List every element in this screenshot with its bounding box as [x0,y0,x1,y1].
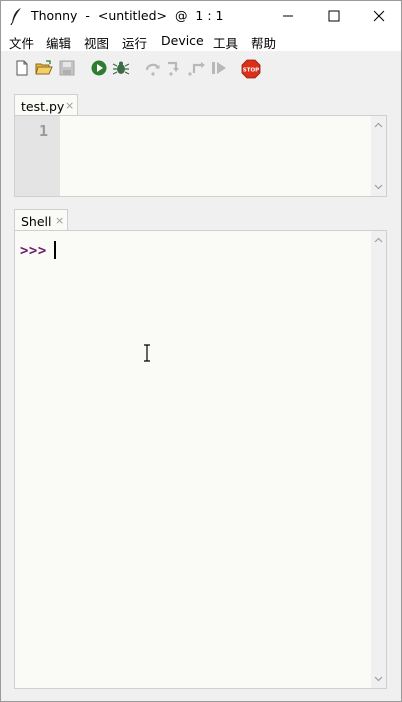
title-bar[interactable]: Thonny - <untitled> @ 1 : 1 [1,1,401,31]
menu-bar: 文件 编辑 视图 运行 Device 工具 帮助 [1,31,401,51]
step-into-icon [168,61,179,76]
resume-icon [212,62,226,74]
step-into-button[interactable] [166,59,184,77]
stop-icon: STOP [241,59,261,79]
shell-pane[interactable]: >>> [14,230,387,689]
new-file-button[interactable] [13,59,31,77]
step-out-icon [188,62,205,76]
line-number: 1 [38,122,48,140]
stop-button[interactable]: STOP [241,59,261,79]
line-number-gutter: 1 [15,116,60,196]
menu-tools[interactable]: 工具 [213,33,238,52]
shell-scrollbar[interactable] [371,231,386,688]
toolbar: STOP [1,52,401,84]
run-icon [91,60,107,76]
menu-run[interactable]: 运行 [122,33,147,52]
menu-file[interactable]: 文件 [9,33,34,52]
new-file-icon [16,60,28,76]
resume-button[interactable] [210,59,228,77]
tab-shell[interactable]: Shell × [14,209,68,231]
save-button[interactable] [58,59,76,77]
thonny-window: Thonny - <untitled> @ 1 : 1 文件 编辑 视图 运行 … [0,0,402,702]
stop-label: STOP [243,68,259,74]
menu-help[interactable]: 帮助 [251,33,276,52]
step-over-icon [145,63,160,76]
debug-bug-icon [112,61,130,75]
window-title: Thonny - <untitled> @ 1 : 1 [31,8,224,23]
editor-pane[interactable]: 1 [14,115,387,197]
step-over-button[interactable] [144,59,162,77]
maximize-icon [328,10,340,22]
thonny-feather-icon [9,7,25,26]
run-button[interactable] [90,59,108,77]
menu-view[interactable]: 视图 [84,33,109,52]
open-folder-icon [35,60,53,75]
tab-label: test.py [21,99,65,114]
tab-label: Shell [21,214,52,229]
open-file-button[interactable] [35,59,53,77]
tab-test-py[interactable]: test.py × [14,94,78,116]
menu-edit[interactable]: 编辑 [46,33,71,52]
scroll-down-icon[interactable] [374,676,383,682]
scroll-up-icon[interactable] [374,122,383,128]
debug-button[interactable] [112,59,130,77]
tab-close-icon[interactable]: × [65,99,74,112]
close-icon [373,10,385,22]
scroll-down-icon[interactable] [374,184,383,190]
text-caret [54,241,56,259]
scroll-up-icon[interactable] [374,237,383,243]
ibeam-cursor-icon [144,344,150,362]
shell-prompt: >>> [20,243,47,259]
menu-device[interactable]: Device [161,33,204,48]
minimize-button[interactable] [265,1,311,31]
tab-close-icon[interactable]: × [55,214,64,227]
minimize-icon [283,15,293,17]
close-button[interactable] [356,1,401,31]
save-icon [59,60,75,76]
step-out-button[interactable] [188,59,206,77]
editor-scrollbar[interactable] [371,116,386,196]
maximize-button[interactable] [311,1,357,31]
